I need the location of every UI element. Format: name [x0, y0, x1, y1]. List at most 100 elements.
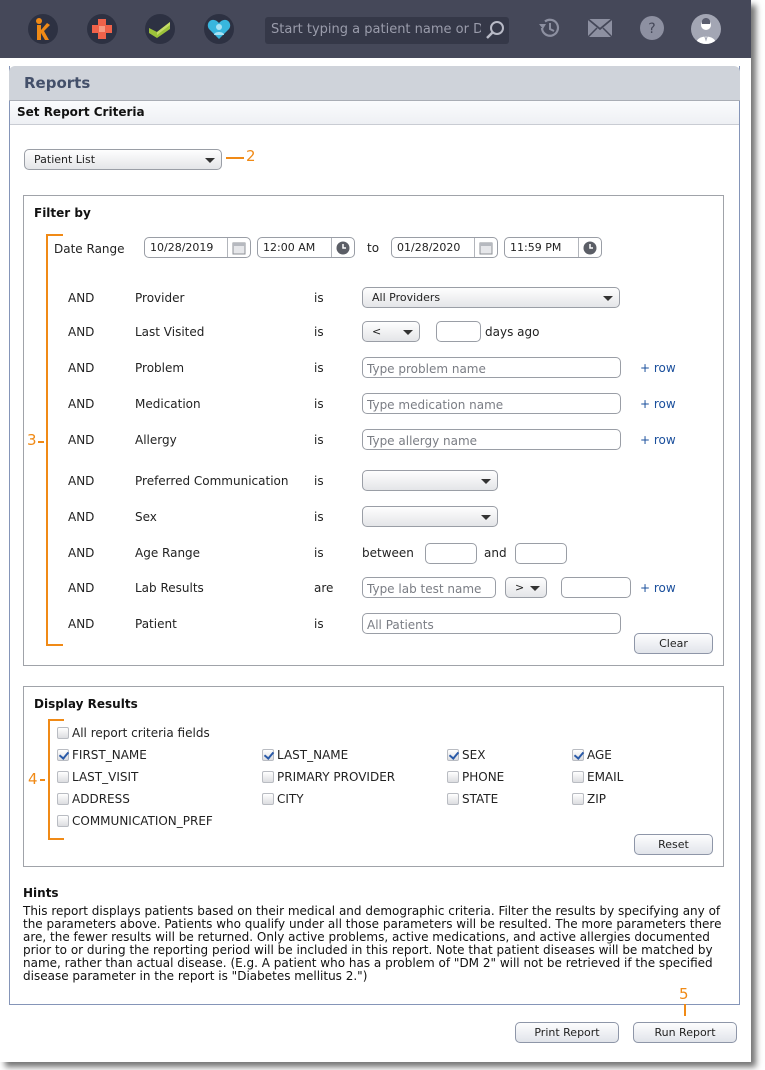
display-field-checkbox[interactable]: SEX: [447, 748, 485, 762]
chevron-down-icon: [603, 296, 613, 301]
kareo-logo-icon[interactable]: [28, 14, 58, 44]
calendar-icon[interactable]: [474, 238, 497, 257]
display-field-checkbox[interactable]: COMMUNICATION_PREF: [57, 814, 213, 828]
display-field-checkbox[interactable]: EMAIL: [572, 770, 623, 784]
clock-icon[interactable]: [578, 238, 601, 257]
to-time-field[interactable]: 11:59 PM: [504, 237, 602, 258]
checkbox-checked-icon[interactable]: [262, 749, 274, 761]
communication-op: is: [314, 474, 324, 488]
and-label: AND: [68, 546, 95, 560]
from-date-field[interactable]: 10/28/2019: [144, 237, 251, 258]
checkbox-unchecked-icon[interactable]: [57, 771, 69, 783]
annotation-tick: [684, 1004, 686, 1016]
search-icon[interactable]: [485, 20, 505, 44]
patient-search-input[interactable]: [271, 22, 481, 37]
display-field-checkbox[interactable]: ADDRESS: [57, 792, 130, 806]
allergy-input[interactable]: [362, 429, 621, 450]
display-field-label: STATE: [462, 792, 499, 806]
provider-label: Provider: [135, 291, 185, 305]
section-title: Set Report Criteria: [17, 105, 145, 119]
calendar-icon[interactable]: [227, 238, 250, 257]
page-title: Reports: [24, 74, 91, 92]
display-field-checkbox[interactable]: FIRST_NAME: [57, 748, 147, 762]
checkbox-unchecked-icon[interactable]: [57, 815, 69, 827]
user-avatar[interactable]: [691, 14, 721, 44]
display-field-checkbox[interactable]: All report criteria fields: [57, 726, 210, 740]
clock-icon[interactable]: [331, 238, 354, 257]
display-field-checkbox[interactable]: STATE: [447, 792, 498, 806]
checkbox-unchecked-icon[interactable]: [572, 793, 584, 805]
display-field-label: ADDRESS: [72, 792, 130, 806]
checkbox-checked-icon[interactable]: [447, 749, 459, 761]
clear-button[interactable]: Clear: [634, 633, 713, 654]
annotation-tick: [40, 779, 45, 781]
display-field-checkbox[interactable]: PHONE: [447, 770, 504, 784]
billing-app-icon[interactable]: [145, 14, 175, 44]
last-visited-comparator-value: <: [372, 325, 382, 338]
provider-select[interactable]: All Providers: [362, 287, 620, 308]
display-field-checkbox[interactable]: AGE: [572, 748, 612, 762]
last-visited-comparator-select[interactable]: <: [362, 321, 420, 342]
age-min-input[interactable]: [425, 543, 477, 564]
chevron-down-icon: [205, 158, 215, 163]
last-visited-days-input[interactable]: [436, 321, 481, 342]
and-label: AND: [68, 325, 95, 339]
checkbox-unchecked-icon[interactable]: [447, 793, 459, 805]
patient-search[interactable]: [265, 17, 509, 44]
display-field-checkbox[interactable]: CITY: [262, 792, 304, 806]
reset-button[interactable]: Reset: [634, 834, 713, 855]
add-allergy-row-link[interactable]: + row: [640, 433, 676, 447]
checkbox-unchecked-icon[interactable]: [262, 793, 274, 805]
annotation-5: 5: [679, 985, 689, 1003]
age-range-label: Age Range: [135, 546, 201, 560]
medication-input[interactable]: [362, 393, 621, 414]
display-results-title: Display Results: [34, 697, 138, 711]
age-max-input[interactable]: [515, 543, 567, 564]
patient-label: Patient: [135, 617, 177, 631]
checkbox-unchecked-icon[interactable]: [572, 771, 584, 783]
checkbox-checked-icon[interactable]: [57, 749, 69, 761]
add-lab-row-link[interactable]: + row: [640, 581, 676, 595]
display-field-checkbox[interactable]: PRIMARY PROVIDER: [262, 770, 395, 784]
lab-comparator-value: >: [515, 581, 525, 594]
to-label: to: [367, 241, 380, 255]
mail-icon[interactable]: [587, 18, 613, 41]
communication-label: Preferred Communication: [135, 474, 289, 488]
patient-input[interactable]: [362, 613, 621, 634]
display-field-checkbox[interactable]: LAST_VISIT: [57, 770, 138, 784]
allergy-label: Allergy: [135, 433, 177, 447]
checkbox-checked-icon[interactable]: [572, 749, 584, 761]
problem-label: Problem: [135, 361, 185, 375]
help-icon[interactable]: ?: [640, 16, 664, 44]
problem-input[interactable]: [362, 357, 621, 378]
run-report-button[interactable]: Run Report: [633, 1022, 737, 1043]
and-label: AND: [68, 617, 95, 631]
add-problem-row-link[interactable]: + row: [640, 361, 676, 375]
provider-op: is: [314, 291, 324, 305]
print-report-button[interactable]: Print Report: [515, 1022, 619, 1043]
display-field-checkbox[interactable]: ZIP: [572, 792, 606, 806]
checkbox-unchecked-icon[interactable]: [57, 793, 69, 805]
hints-text: This report displays patients based on t…: [23, 904, 722, 983]
display-field-label: SEX: [462, 748, 486, 762]
to-date-field[interactable]: 01/28/2020: [391, 237, 498, 258]
communication-select[interactable]: [362, 470, 498, 491]
report-type-select[interactable]: Patient List: [24, 149, 222, 170]
clinical-app-icon[interactable]: [87, 14, 117, 44]
from-time-field[interactable]: 12:00 AM: [257, 237, 355, 258]
panel-header: Reports: [9, 66, 740, 101]
sex-select[interactable]: [362, 506, 498, 527]
checkbox-unchecked-icon[interactable]: [447, 771, 459, 783]
lab-value-input[interactable]: [561, 577, 631, 598]
checkbox-unchecked-icon[interactable]: [262, 771, 274, 783]
checkbox-unchecked-icon[interactable]: [57, 727, 69, 739]
display-field-checkbox[interactable]: LAST_NAME: [262, 748, 348, 762]
lab-test-input[interactable]: [362, 577, 496, 598]
engage-app-icon[interactable]: [204, 14, 234, 44]
lab-comparator-select[interactable]: >: [505, 577, 547, 598]
add-medication-row-link[interactable]: + row: [640, 397, 676, 411]
and-label: AND: [68, 397, 95, 411]
problem-op: is: [314, 361, 324, 375]
section-header: Set Report Criteria: [10, 101, 739, 125]
history-icon[interactable]: [537, 16, 561, 44]
